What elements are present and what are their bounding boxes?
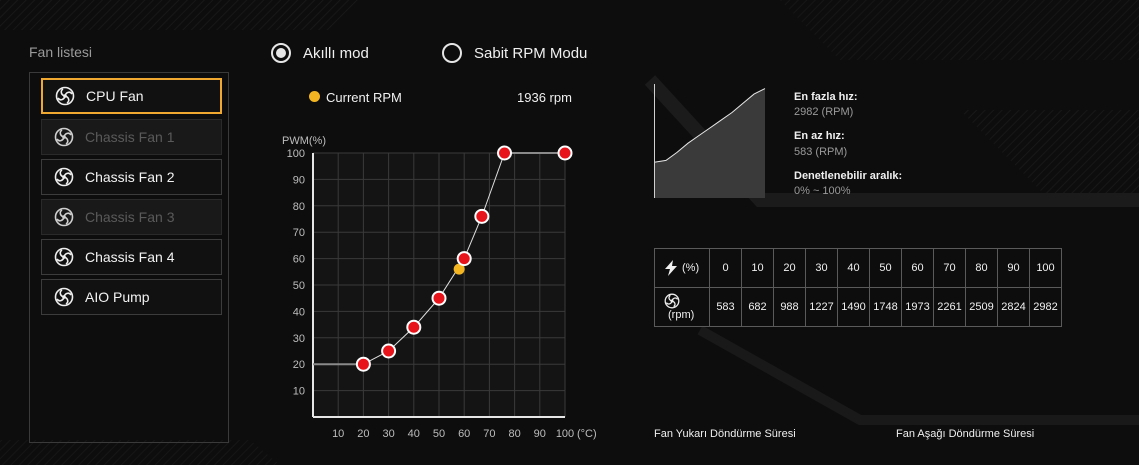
- pwm-header: (%): [654, 248, 710, 288]
- curve-control-point[interactable]: [355, 356, 371, 372]
- current-rpm-indicator: [309, 91, 320, 102]
- pwm-cell: 30: [805, 248, 838, 288]
- curve-control-point[interactable]: [381, 343, 397, 359]
- rpm-cell: 682: [741, 287, 774, 327]
- fan-curve-chart[interactable]: 10 20 30 40 50 60 70 80 90 100 10 20 30 40 50 60 70 80 90 1…: [270, 128, 610, 440]
- current-rpm-label: Current RPM: [326, 90, 402, 105]
- pwm-row: (%) 0 10 20 30 40 50 60 70 80 90 100: [654, 248, 1062, 288]
- y-tick-label: 40: [293, 306, 305, 318]
- fan-icon: [54, 287, 74, 307]
- fan-icon: [55, 86, 75, 106]
- fan-icon: [54, 207, 74, 227]
- y-tick-label: 10: [293, 386, 305, 398]
- fan-spin-up-time-label: Fan Yukarı Döndürme Süresi: [654, 428, 796, 440]
- x-axis-label: (°C): [577, 428, 597, 440]
- x-tick-label: 50: [433, 428, 445, 440]
- controllable-range-value: 0% ~ 100%: [794, 185, 851, 197]
- curve-control-point[interactable]: [456, 251, 472, 267]
- y-axis-label: PWM(%): [282, 135, 326, 147]
- pwm-cell: 90: [997, 248, 1030, 288]
- curve-control-point[interactable]: [431, 290, 447, 306]
- fixed-rpm-mode-radio[interactable]: Sabit RPM Modu: [442, 43, 587, 63]
- current-rpm-value: 1936 rpm: [517, 90, 572, 105]
- curve-control-point[interactable]: [406, 319, 422, 335]
- radio-circle-selected: [271, 43, 291, 63]
- rpm-cell: 2824: [997, 287, 1030, 327]
- rpm-cell: 1490: [837, 287, 870, 327]
- min-speed-label: En az hız:: [794, 130, 845, 142]
- y-tick-label: 50: [293, 280, 305, 292]
- pwm-cell: 50: [869, 248, 902, 288]
- rpm-cell: 583: [709, 287, 742, 327]
- fan-item-label: AIO Pump: [85, 289, 150, 305]
- rpm-cell: 2982: [1029, 287, 1062, 327]
- fan-item-chassis-fan-3: Chassis Fan 3: [41, 199, 222, 235]
- y-tick-label: 20: [293, 359, 305, 371]
- x-tick-label: 30: [382, 428, 394, 440]
- fan-item-label: CPU Fan: [86, 88, 144, 104]
- controllable-range-label: Denetlenebilir aralık:: [794, 170, 903, 182]
- pwm-cell: 80: [965, 248, 998, 288]
- y-tick-label: 70: [293, 227, 305, 239]
- fan-item-label: Chassis Fan 4: [85, 249, 175, 265]
- fan-item-label: Chassis Fan 2: [85, 169, 175, 185]
- fan-icon: [54, 247, 74, 267]
- x-tick-label: 60: [458, 428, 470, 440]
- rpm-cell: 1227: [805, 287, 838, 327]
- pwm-cell: 60: [901, 248, 934, 288]
- smart-mode-label: Akıllı mod: [303, 44, 369, 62]
- x-tick-label: 20: [357, 428, 369, 440]
- y-tick-label: 30: [293, 333, 305, 345]
- pwm-cell: 100: [1029, 248, 1062, 288]
- rpm-curve-area: [655, 88, 765, 198]
- fan-icon: [54, 167, 74, 187]
- rpm-row: (rpm) 583 682 988 1227 1490 1748 1973 2261 2509 2…: [654, 287, 1062, 327]
- rpm-curve-preview: [654, 84, 766, 198]
- rpm-cell: 1748: [869, 287, 902, 327]
- pwm-cell: 70: [933, 248, 966, 288]
- rpm-cell: 988: [773, 287, 806, 327]
- smart-mode-radio[interactable]: Akıllı mod: [271, 43, 369, 63]
- rpm-cell: 2261: [933, 287, 966, 327]
- y-tick-label: 60: [293, 254, 305, 266]
- fan-item-chassis-fan-2[interactable]: Chassis Fan 2: [41, 159, 222, 195]
- curve-control-point[interactable]: [497, 145, 513, 161]
- pwm-cell: 20: [773, 248, 806, 288]
- curve-control-point[interactable]: [557, 145, 573, 161]
- fixed-rpm-mode-label: Sabit RPM Modu: [474, 44, 588, 62]
- y-tick-label: 100: [287, 148, 305, 160]
- pwm-cell: 40: [837, 248, 870, 288]
- rpm-cell: 2509: [965, 287, 998, 327]
- fan-item-aio-pump[interactable]: AIO Pump: [41, 279, 222, 315]
- fan-icon: [54, 127, 74, 147]
- x-tick-label: 80: [508, 428, 520, 440]
- lightning-icon: [665, 260, 677, 276]
- max-speed-label: En fazla hız:: [794, 91, 858, 103]
- y-tick-label: 80: [293, 201, 305, 213]
- fan-item-label: Chassis Fan 3: [85, 209, 175, 225]
- fan-icon: [664, 293, 680, 309]
- x-tick-label: 10: [332, 428, 344, 440]
- fan-item-chassis-fan-1: Chassis Fan 1: [41, 119, 222, 155]
- x-tick-label: 40: [408, 428, 420, 440]
- fan-item-cpu-fan[interactable]: CPU Fan: [41, 78, 222, 114]
- radio-circle: [442, 43, 462, 63]
- fan-spin-down-time-label: Fan Aşağı Döndürme Süresi: [896, 428, 1035, 440]
- pwm-cell: 10: [741, 248, 774, 288]
- rpm-cell: 1973: [901, 287, 934, 327]
- x-tick-label: 100: [556, 428, 574, 440]
- min-speed-value: 583 (RPM): [794, 146, 848, 158]
- rpm-header: (rpm): [654, 287, 710, 327]
- x-tick-label: 70: [483, 428, 495, 440]
- y-tick-label: 90: [293, 174, 305, 186]
- fan-list: CPU Fan Chassis Fan 1 Chassis Fan 2 Chas…: [29, 72, 229, 443]
- curve-control-point[interactable]: [474, 208, 490, 224]
- pwm-cell: 0: [709, 248, 742, 288]
- fan-item-chassis-fan-4[interactable]: Chassis Fan 4: [41, 239, 222, 275]
- x-tick-label: 90: [534, 428, 546, 440]
- pwm-rpm-table: (%) 0 10 20 30 40 50 60 70 80 90 100 (rpm) 583 682 9…: [654, 248, 1062, 327]
- max-speed-value: 2982 (RPM): [794, 106, 854, 118]
- fan-list-title: Fan listesi: [29, 44, 93, 60]
- fan-item-label: Chassis Fan 1: [85, 129, 175, 145]
